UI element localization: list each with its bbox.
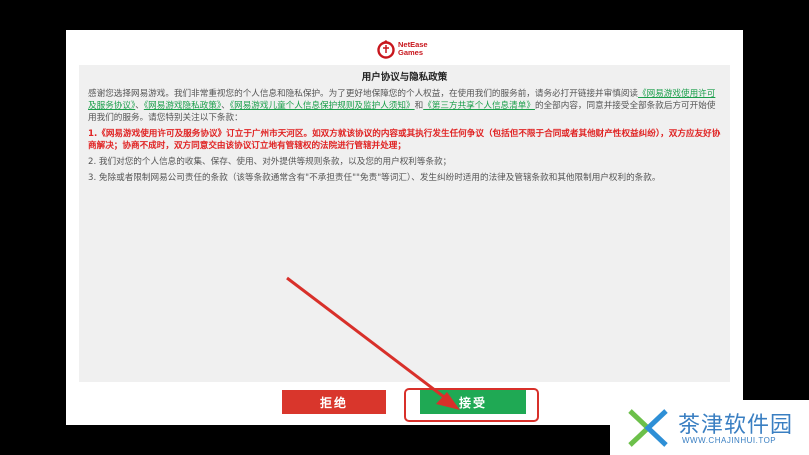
accept-highlight-box — [404, 388, 539, 422]
agreement-content[interactable]: 用户协议与隐私政策 感谢您选择网易游戏。我们非常重视您的个人信息和隐私保护。为了… — [79, 65, 730, 382]
watermark-name: 茶津软件园 — [678, 413, 794, 438]
clause-3: 3. 免除或者限制网易公司责任的条款（该等条款通常含有"不承担责任""免责"等词… — [88, 173, 661, 183]
link-privacy-policy[interactable]: 《网易游戏隐私政策》 — [144, 101, 221, 111]
logo-line2: Games — [398, 48, 424, 57]
separator: 、 — [221, 101, 230, 111]
separator: 、 — [135, 101, 144, 111]
agreement-dialog: NetEase Games 用户协议与隐私政策 感谢您选择网易游戏。我们非常重视… — [66, 30, 743, 425]
clause-1: 1.《网易游戏使用许可及服务协议》订立于广州市天河区。如双方就该协议的内容或其执… — [88, 129, 721, 151]
dialog-title: 用户协议与隐私政策 — [361, 72, 448, 83]
netease-games-logo: NetEase Games — [376, 38, 436, 60]
reject-button[interactable]: 拒绝 — [282, 390, 386, 414]
intro-text-1: 感谢您选择网易游戏。我们非常重视您的个人信息和隐私保护。为了更好地保障您的个人权… — [88, 89, 639, 99]
netease-logo-icon — [377, 40, 395, 59]
watermark-logo-icon — [628, 409, 668, 447]
link-child-protection[interactable]: 《网易游戏儿童个人信息保护规则及监护人须知》 — [230, 101, 415, 111]
watermark-url: WWW.CHAJINHUI.TOP — [682, 436, 777, 445]
clause-2: 2. 我们对您的个人信息的收集、保存、使用、对外提供等规则条款，以及您的用户权利… — [88, 157, 452, 167]
site-watermark: 茶津软件园 WWW.CHAJINHUI.TOP — [610, 400, 809, 455]
separator: 和 — [414, 101, 424, 111]
link-third-party-list[interactable]: 《第三方共享个人信息清单》 — [423, 101, 535, 111]
intro-paragraph: 感谢您选择网易游戏。我们非常重视您的个人信息和隐私保护。为了更好地保障您的个人权… — [88, 88, 721, 124]
